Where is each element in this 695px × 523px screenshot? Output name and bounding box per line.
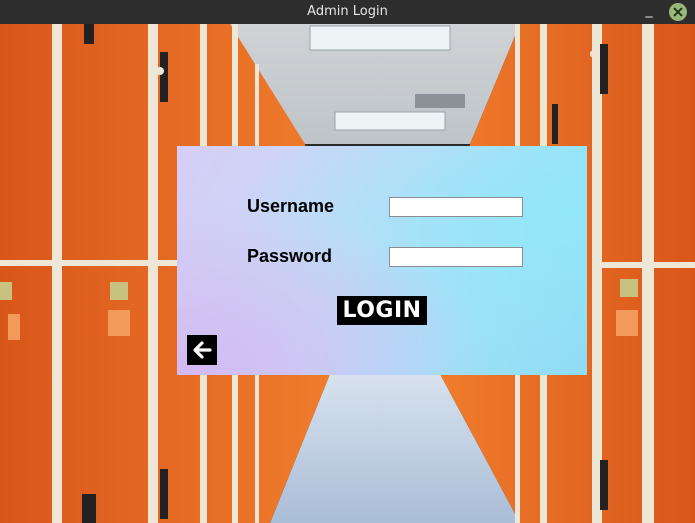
username-label: Username (247, 196, 335, 216)
arrow-left-icon (193, 341, 212, 359)
login-button[interactable]: LOGIN (337, 296, 427, 325)
title-bar: Admin Login _ (0, 0, 695, 24)
back-button[interactable] (187, 335, 217, 365)
close-icon (673, 7, 683, 17)
close-button[interactable] (669, 3, 687, 21)
username-input[interactable] (389, 197, 523, 217)
password-input[interactable] (389, 247, 523, 267)
minimize-button[interactable]: _ (641, 1, 657, 21)
window-title: Admin Login (307, 4, 388, 19)
password-label: Password (247, 246, 333, 266)
login-panel: Username Password LOGIN (177, 146, 587, 375)
